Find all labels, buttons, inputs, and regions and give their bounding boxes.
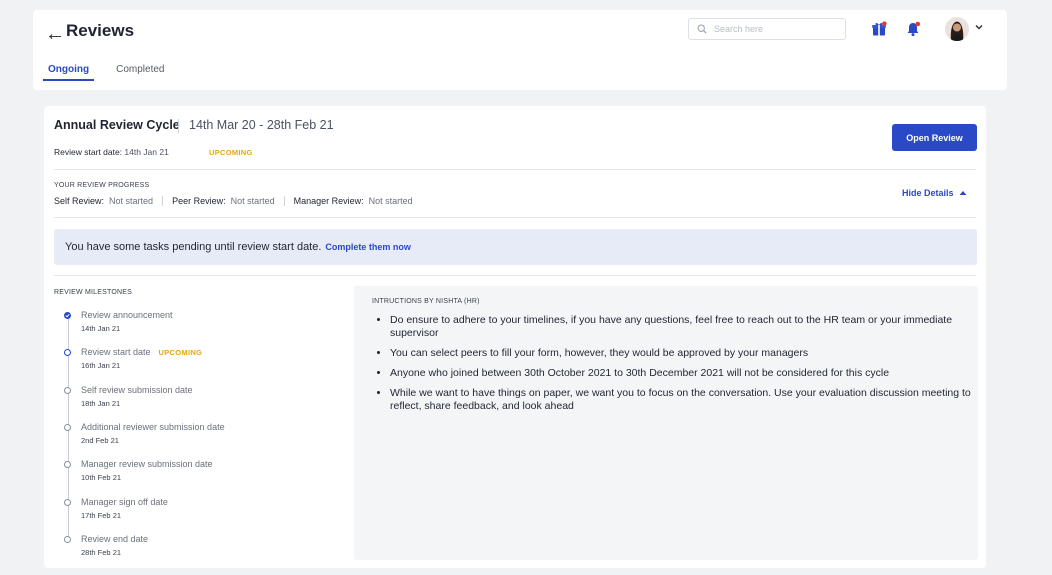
milestone-date: 18th Jan 21 <box>81 399 121 408</box>
milestone-dot <box>64 424 71 431</box>
check-icon <box>64 312 71 319</box>
search-icon <box>697 24 707 34</box>
hide-details-label: Hide Details <box>902 188 954 198</box>
open-review-button[interactable]: Open Review <box>892 124 977 151</box>
milestone-dot <box>64 387 71 394</box>
status-badge: UPCOMING <box>209 148 253 157</box>
progress-label: Manager Review: <box>293 196 364 206</box>
instruction-item: Anyone who joined between 30th October 2… <box>390 367 975 380</box>
milestone-title: Self review submission date <box>81 385 193 395</box>
milestone-dot <box>64 461 71 468</box>
milestone-title: Additional reviewer submission date <box>81 422 225 432</box>
notice-text: You have some tasks pending until review… <box>65 241 322 253</box>
back-arrow-icon[interactable]: ← <box>45 24 65 44</box>
page-title: Reviews <box>66 21 135 40</box>
self-review-progress: Self Review: Not started <box>54 196 164 206</box>
review-tabs: Ongoing Completed <box>43 62 186 81</box>
avatar[interactable] <box>945 17 969 41</box>
milestones-heading: REVIEW MILESTONES <box>54 289 132 296</box>
chevron-down-icon[interactable] <box>974 22 984 32</box>
review-start-value: 14th Jan 21 <box>124 147 169 157</box>
milestone-date: 14th Jan 21 <box>81 324 121 333</box>
divider <box>54 217 976 218</box>
gift-button[interactable] <box>868 18 890 40</box>
progress-heading: YOUR REVIEW PROGRESS <box>54 182 150 189</box>
hide-details-toggle[interactable]: Hide Details <box>902 188 967 198</box>
milestone-title: Review end date <box>81 534 149 544</box>
milestone-title: Review announcement <box>81 310 173 320</box>
progress-value: Not started <box>230 196 275 206</box>
milestone-title: Review start date <box>81 347 151 357</box>
caret-up-icon <box>959 191 967 195</box>
milestone-title-row: Review start date UPCOMING <box>81 347 202 357</box>
instructions-heading: INTRUCTIONS BY NISHTA (HR) <box>372 298 480 305</box>
upcoming-badge: UPCOMING <box>158 348 203 357</box>
milestone-title: Manager review submission date <box>81 459 213 469</box>
tab-ongoing[interactable]: Ongoing <box>43 62 95 81</box>
pending-tasks-notice: You have some tasks pending until review… <box>54 229 977 265</box>
milestone-dot <box>64 499 71 506</box>
user-avatar-image <box>950 21 964 41</box>
top-header: ← Reviews Ongoing Completed <box>33 10 1007 90</box>
progress-value: Not started <box>368 196 413 206</box>
manager-review-progress: Manager Review: Not started <box>294 196 422 206</box>
milestone-date: 2nd Feb 21 <box>81 436 119 445</box>
instruction-item: You can select peers to fill your form, … <box>390 347 975 360</box>
instruction-item: Do ensure to adhere to your timelines, i… <box>390 314 975 340</box>
milestone-date: 10th Feb 21 <box>81 473 122 482</box>
search-input[interactable] <box>712 23 836 35</box>
complete-them-now-link[interactable]: Complete them now <box>325 242 411 252</box>
milestone-dot <box>64 349 71 356</box>
cycle-dates: 14th Mar 20 - 28th Feb 21 <box>189 118 334 132</box>
review-start-label: Review start date: <box>54 147 123 157</box>
instructions-list: Do ensure to adhere to your timelines, i… <box>372 314 975 420</box>
milestone-date: 16th Jan 21 <box>81 361 121 370</box>
divider <box>54 169 976 170</box>
title-divider <box>178 119 179 133</box>
review-cycle-card: Annual Review Cycle 14th Mar 20 - 28th F… <box>44 106 986 568</box>
tab-completed[interactable]: Completed <box>111 62 169 81</box>
progress-label: Peer Review: <box>172 196 226 206</box>
milestone-date: 17th Feb 21 <box>81 511 122 520</box>
review-start-date: Review start date: 14th Jan 21 <box>54 147 169 157</box>
cycle-name: Annual Review Cycle <box>54 118 180 132</box>
gift-icon <box>872 21 887 36</box>
divider <box>54 275 976 276</box>
notifications-button[interactable] <box>902 18 924 40</box>
milestone-date: 28th Feb 21 <box>81 548 122 557</box>
milestone-dot <box>64 536 71 543</box>
progress-row: Self Review: Not started Peer Review: No… <box>54 196 431 206</box>
milestone-title: Manager sign off date <box>81 497 168 507</box>
peer-review-progress: Peer Review: Not started <box>172 196 285 206</box>
instructions-panel: INTRUCTIONS BY NISHTA (HR) Do ensure to … <box>354 286 978 560</box>
bell-icon <box>907 21 921 37</box>
instruction-item: While we want to have things on paper, w… <box>390 387 975 413</box>
progress-value: Not started <box>109 196 154 206</box>
search-box[interactable] <box>688 18 846 40</box>
progress-label: Self Review: <box>54 196 105 206</box>
